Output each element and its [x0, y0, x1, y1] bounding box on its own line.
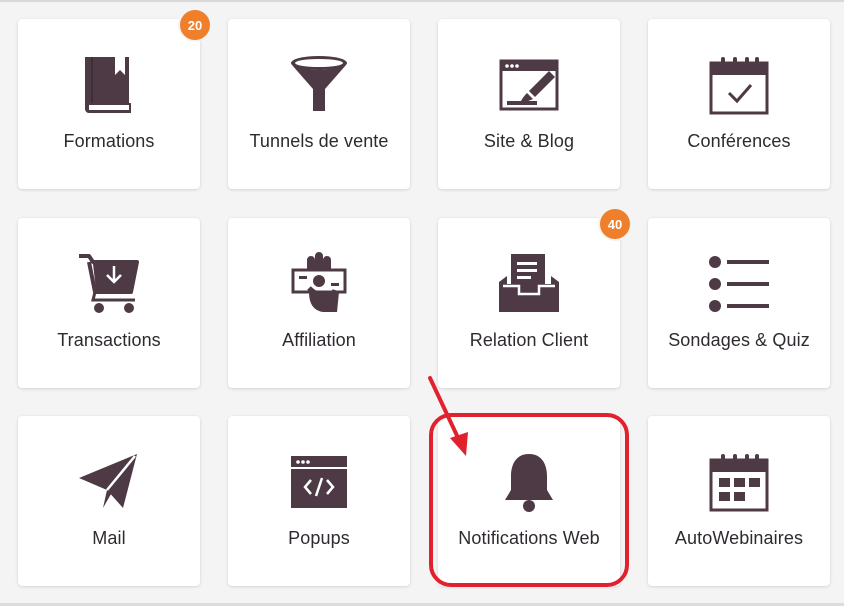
tile-label: Affiliation	[282, 330, 356, 350]
tile-label: Sondages & Quiz	[668, 330, 810, 350]
tile-label: Transactions	[57, 330, 161, 350]
hand-money-icon	[287, 252, 351, 316]
tile-affiliation[interactable]: Affiliation	[228, 218, 410, 388]
cart-icon	[77, 252, 141, 316]
tile-popups[interactable]: Popups	[228, 416, 410, 586]
tile-label: AutoWebinaires	[674, 528, 804, 548]
tile-conferences[interactable]: Conférences	[648, 19, 830, 189]
tile-sondages-quiz[interactable]: Sondages & Quiz	[648, 218, 830, 388]
inbox-tray-icon	[497, 252, 561, 316]
tile-formations[interactable]: Formations	[18, 19, 200, 189]
notification-count-badge: 20	[178, 8, 212, 42]
bell-icon	[497, 450, 561, 514]
tile-label: Popups	[288, 528, 350, 548]
funnel-icon	[287, 53, 351, 117]
tile-label: Mail	[92, 528, 126, 548]
tile-notifications-web[interactable]: Notifications Web	[438, 416, 620, 586]
tile-autowebinaires[interactable]: AutoWebinaires	[648, 416, 830, 586]
tile-label: Site & Blog	[483, 131, 575, 151]
tile-tunnels-de-vente[interactable]: Tunnels de vente	[228, 19, 410, 189]
tile-relation-client[interactable]: Relation Client	[438, 218, 620, 388]
tile-label: Tunnels de vente	[249, 131, 389, 151]
calendar-grid-icon	[707, 450, 771, 514]
list-icon	[707, 252, 771, 316]
book-icon	[77, 53, 141, 117]
tile-label: Formations	[63, 131, 155, 151]
top-border	[0, 0, 844, 2]
code-window-icon	[287, 450, 351, 514]
tile-label: Conférences	[687, 131, 791, 151]
tile-transactions[interactable]: Transactions	[18, 218, 200, 388]
tile-label: Notifications Web	[458, 528, 600, 548]
tile-site-blog[interactable]: Site & Blog	[438, 19, 620, 189]
calendar-check-icon	[707, 53, 771, 117]
tile-label: Relation Client	[469, 330, 589, 350]
browser-pen-icon	[497, 53, 561, 117]
tile-mail[interactable]: Mail	[18, 416, 200, 586]
notification-count-badge: 40	[598, 207, 632, 241]
paper-plane-icon	[77, 450, 141, 514]
